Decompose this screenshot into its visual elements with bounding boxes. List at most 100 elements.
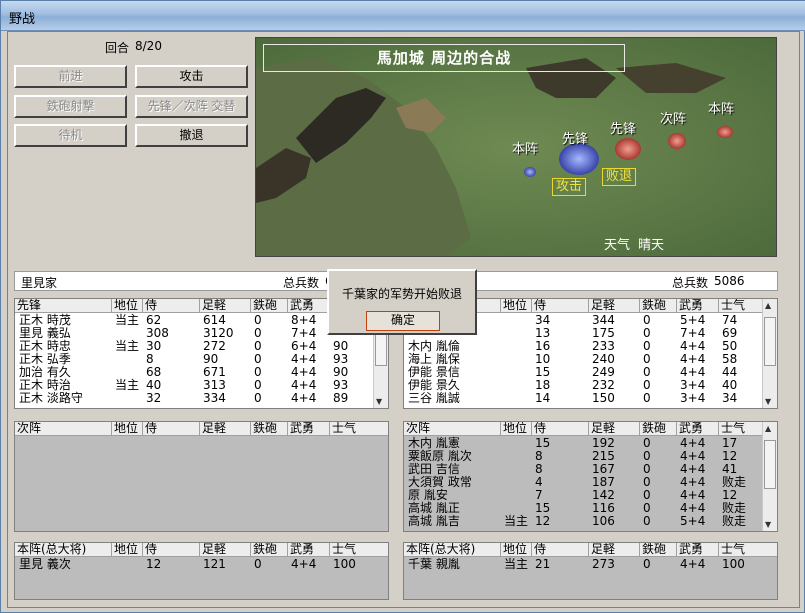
column-samurai: 侍 [142, 299, 157, 313]
table-scrollbar[interactable]: ▲▼ [762, 422, 777, 531]
column-samurai: 侍 [142, 422, 157, 436]
column-valor: 武勇 [287, 543, 314, 557]
column-gun: 鉄砲 [250, 422, 277, 436]
morale: 100 [722, 557, 745, 571]
advance-button[interactable]: 前进 [14, 65, 127, 88]
column-morale: 士气 [718, 543, 745, 557]
column-ashigaru: 足軽 [588, 422, 615, 436]
column-valor: 武勇 [287, 299, 314, 313]
dialog-message: 千葉家的军势开始败退 [341, 287, 462, 301]
left-honjin-unit [524, 167, 536, 177]
wait-button[interactable]: 待机 [14, 124, 127, 147]
left-vanguard-unit [559, 143, 599, 175]
table-row[interactable]: 三谷 胤誠 14 150 0 3+4 34 [404, 392, 777, 405]
right-honjin-unit [717, 126, 733, 138]
table-heading: 先锋 [17, 298, 42, 312]
gun-fire-button[interactable]: 鉄砲射撃 [14, 95, 127, 118]
general-name: 里見 義次 [19, 557, 71, 571]
left-army-name: 里見家 [21, 276, 58, 290]
title-bar[interactable]: 野战 [1, 1, 805, 31]
column-morale: 士气 [329, 543, 356, 557]
column-samurai: 侍 [531, 543, 546, 557]
morale: 89 [333, 391, 349, 405]
retreat-button[interactable]: 撤退 [135, 124, 248, 147]
samurai-count: 12 [535, 514, 551, 528]
valor: 5+4 [680, 514, 706, 528]
column-valor: 武勇 [676, 422, 703, 436]
attack-tag: 攻击 [552, 178, 587, 196]
morale: 34 [722, 391, 738, 405]
samurai-count: 12 [146, 557, 162, 571]
morale: 100 [333, 557, 356, 571]
gun-count: 0 [643, 391, 651, 405]
column-gun: 鉄砲 [639, 543, 666, 557]
column-ashigaru: 足軽 [199, 299, 226, 313]
table-scrollbar[interactable]: ▲▼ [762, 299, 777, 408]
ashigaru-count: 334 [203, 391, 226, 405]
column-samurai: 侍 [531, 299, 546, 313]
gun-count: 0 [643, 514, 651, 528]
position: 当主 [504, 514, 529, 528]
column-ashigaru: 足軽 [588, 299, 615, 313]
column-morale: 士气 [329, 422, 356, 436]
general-name: 千葉 親胤 [408, 557, 460, 571]
column-pos: 地位 [111, 422, 138, 436]
defeat-tag: 败退 [602, 168, 637, 186]
samurai-count: 32 [146, 391, 162, 405]
valor: 4+4 [680, 557, 706, 571]
weather-label: 天气 [604, 238, 631, 253]
game-window: 野战 回合 8/20 前进 攻击 鉄砲射撃 先锋／次阵 交替 待机 撤退 馬加城… [0, 0, 805, 613]
ashigaru-count: 106 [592, 514, 615, 528]
weather-value: 晴天 [638, 238, 665, 253]
scroll-thumb[interactable] [764, 317, 776, 366]
ashigaru-count: 150 [592, 391, 615, 405]
right-total-value: 5086 [714, 274, 745, 288]
table-header: 本阵(总大将) 地位侍 足軽 鉄砲 武勇 士气 [404, 543, 777, 557]
table-heading: 本阵(总大将) [406, 542, 476, 556]
position: 当主 [115, 378, 140, 392]
right-vanguard-label: 先锋 [610, 122, 637, 137]
attack-button[interactable]: 攻击 [135, 65, 248, 88]
scroll-up-icon[interactable]: ▲ [765, 301, 771, 310]
table-heading: 次阵 [406, 421, 431, 435]
column-gun: 鉄砲 [250, 543, 277, 557]
right-vanguard-unit [615, 138, 641, 160]
general-name: 高城 胤吉 [408, 514, 460, 528]
column-ashigaru: 足軽 [199, 422, 226, 436]
table-heading: 本阵(总大将) [17, 542, 87, 556]
table-row[interactable]: 正木 淡路守 32 334 0 4+4 89 [15, 392, 388, 405]
position: 当主 [504, 557, 529, 571]
table-header: 次阵 地位侍 足軽 鉄砲 武勇 士气 [404, 422, 777, 436]
column-pos: 地位 [111, 543, 138, 557]
column-samurai: 侍 [531, 422, 546, 436]
round-label: 回合 [105, 41, 130, 55]
scroll-thumb[interactable] [764, 440, 776, 489]
scroll-down-icon[interactable]: ▼ [765, 397, 771, 406]
scroll-up-icon[interactable]: ▲ [765, 424, 771, 433]
left-honjin-table: 本阵(总大将) 地位侍 足軽 鉄砲 武勇 士气 里見 義次 12 121 0 4+4 100 [14, 542, 389, 600]
column-pos: 地位 [500, 543, 527, 557]
table-row[interactable]: 里見 義次 12 121 0 4+4 100 [15, 558, 388, 571]
scroll-down-icon[interactable]: ▼ [765, 520, 771, 529]
dialog-ok-button[interactable]: 确定 [366, 311, 440, 331]
gun-count: 0 [254, 557, 262, 571]
right-jijin-unit [668, 133, 686, 149]
swap-vanguard-button[interactable]: 先锋／次阵 交替 [135, 95, 248, 118]
column-gun: 鉄砲 [250, 299, 277, 313]
battle-title: 馬加城 周边的合战 [263, 44, 625, 72]
round-value: 8/20 [135, 39, 162, 53]
battlefield-view: 馬加城 周边的合战 本阵 先锋 先锋 次阵 本阵 攻击 败退 天气 晴天 [255, 37, 777, 257]
samurai-count: 14 [535, 391, 551, 405]
column-ashigaru: 足軽 [199, 543, 226, 557]
scroll-down-icon[interactable]: ▼ [376, 397, 382, 406]
notice-dialog: 千葉家的军势开始败退 确定 [327, 269, 477, 335]
table-row[interactable]: 千葉 親胤 当主 21 273 0 4+4 100 [404, 558, 777, 571]
table-header: 本阵(总大将) 地位侍 足軽 鉄砲 武勇 士气 [15, 543, 388, 557]
left-vanguard-label: 先锋 [562, 132, 589, 147]
gun-count: 0 [643, 557, 651, 571]
valor: 3+4 [680, 391, 706, 405]
table-row[interactable]: 高城 胤吉 当主 12 106 0 5+4 败走 [404, 515, 777, 528]
column-ashigaru: 足軽 [588, 543, 615, 557]
position: 当主 [115, 339, 140, 353]
column-pos: 地位 [500, 422, 527, 436]
